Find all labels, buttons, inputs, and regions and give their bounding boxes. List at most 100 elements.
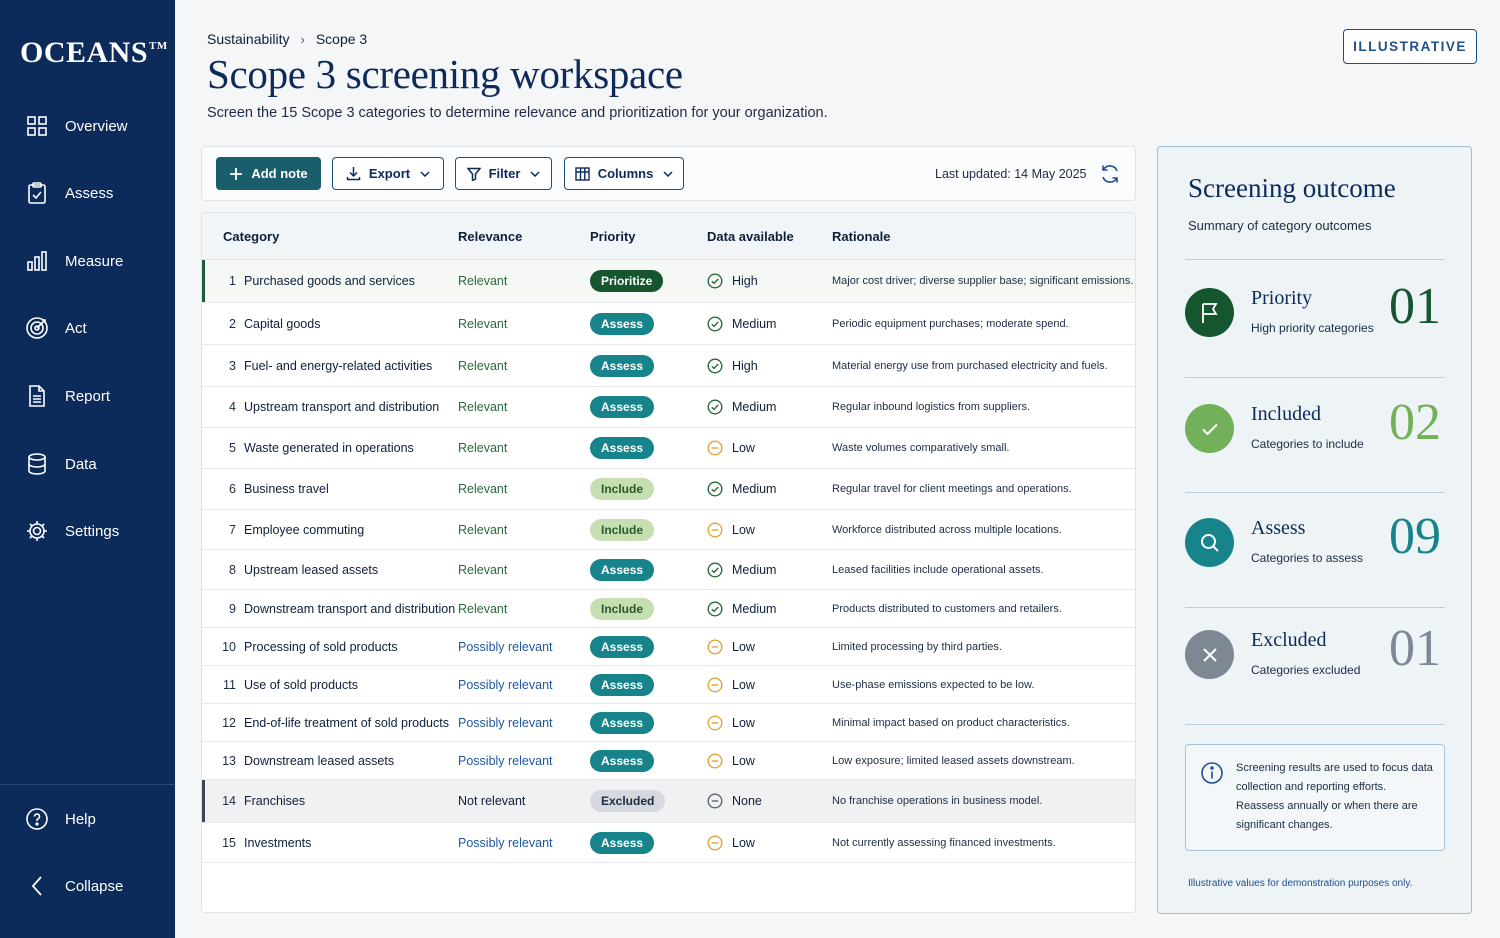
columns-label: Columns	[597, 166, 654, 181]
nav-label: Data	[65, 455, 97, 473]
row-category: Fuel- and energy-related activities	[244, 358, 433, 373]
clipboard-check-icon	[25, 181, 49, 205]
table-row[interactable]: 6 Business travel Relevant Include Medium Reg…	[202, 469, 1135, 510]
row-priority: Assess	[590, 354, 655, 377]
table-row[interactable]: 9 Downstream transport and distribution Re…	[202, 590, 1135, 628]
row-rationale: Minimal impact based on product characte…	[832, 716, 1070, 729]
priority-badge[interactable]: Assess	[590, 396, 655, 418]
nav-item-report[interactable]: Report	[0, 374, 175, 418]
column-header-data-available[interactable]: Data available	[707, 229, 794, 244]
export-button[interactable]: Export	[332, 157, 444, 190]
row-category: Investments	[244, 835, 312, 850]
row-relevance: Possibly relevant	[458, 753, 553, 768]
table-row[interactable]: 12 End-of-life treatment of sold products…	[202, 704, 1135, 742]
outcome-name: Included	[1251, 403, 1321, 425]
table-row[interactable]: 2 Capital goods Relevant Assess Medium Period…	[202, 303, 1135, 345]
priority-badge[interactable]: Assess	[590, 354, 655, 377]
priority-badge[interactable]: Include	[590, 518, 655, 541]
table-row[interactable]: 15 Investments Possibly relevant Assess Low N…	[202, 823, 1135, 863]
table-row[interactable]: 3 Fuel- and energy-related activities Rele…	[202, 345, 1135, 387]
nav-item-data[interactable]: Data	[0, 442, 175, 486]
help-link[interactable]: Help	[0, 797, 175, 841]
check-circle-icon	[707, 273, 732, 289]
minus-circle-icon	[707, 638, 732, 655]
add-note-button[interactable]: Add note	[216, 157, 321, 190]
outcome-included: Included Categories to include 02	[1185, 391, 1445, 471]
table-row[interactable]: 13 Downstream leased assets Possibly relev…	[202, 742, 1135, 780]
column-header-priority[interactable]: Priority	[590, 229, 636, 244]
row-number: 3	[229, 358, 236, 373]
table-row[interactable]: 1 Purchased goods and services Relevant Pri…	[202, 260, 1135, 303]
columns-button[interactable]: Columns	[564, 157, 684, 190]
priority-badge[interactable]: Excluded	[590, 790, 666, 812]
row-data-available: Low	[707, 521, 755, 538]
row-data-available: Low	[707, 440, 755, 456]
priority-badge[interactable]: Prioritize	[590, 270, 664, 292]
row-rationale: No franchise operations in business mode…	[832, 795, 1043, 807]
check-icon	[1185, 404, 1234, 453]
refresh-icon[interactable]	[1099, 163, 1121, 185]
table-row[interactable]: 7 Employee commuting Relevant Include Low Wor…	[202, 510, 1135, 550]
sidebar-divider	[0, 784, 175, 785]
help-icon	[25, 807, 49, 831]
row-priority: Assess	[590, 711, 655, 734]
row-priority: Assess	[590, 437, 655, 459]
collapse-label: Collapse	[65, 877, 124, 895]
table-row[interactable]: 11 Use of sold products Possibly relevant A…	[202, 666, 1135, 704]
table-row[interactable]: 4 Upstream transport and distribution Rele…	[202, 387, 1135, 428]
column-header-rationale[interactable]: Rationale	[832, 229, 891, 244]
priority-badge[interactable]: Include	[590, 597, 655, 620]
collapse-button[interactable]: Collapse	[0, 864, 175, 908]
data-level: None	[732, 794, 762, 808]
row-relevance: Relevant	[458, 400, 508, 414]
nav-item-measure[interactable]: Measure	[0, 239, 175, 283]
row-relevance: Possibly relevant	[458, 715, 553, 730]
row-number: 8	[229, 562, 236, 577]
row-category: Use of sold products	[244, 677, 358, 692]
priority-badge[interactable]: Assess	[590, 749, 655, 772]
column-header-category[interactable]: Category	[223, 229, 279, 244]
outcome-excluded: Excluded Categories excluded 01	[1185, 617, 1445, 697]
chevron-down-icon	[530, 170, 540, 177]
priority-badge[interactable]: Assess	[590, 673, 655, 696]
priority-badge[interactable]: Assess	[590, 437, 655, 459]
row-data-available: High	[707, 273, 758, 289]
outcome-desc: Categories excluded	[1251, 663, 1361, 677]
priority-badge[interactable]: Assess	[590, 635, 655, 658]
row-number: 9	[229, 601, 236, 616]
chevron-down-icon	[663, 170, 673, 177]
breadcrumb-separator-icon: ›	[300, 31, 305, 47]
row-relevance: Possibly relevant	[458, 639, 553, 654]
nav-item-assess[interactable]: Assess	[0, 171, 175, 215]
data-level: High	[732, 274, 758, 288]
table-row[interactable]: 10 Processing of sold products Possibly re…	[202, 628, 1135, 666]
table-row[interactable]: 5 Waste generated in operations Relevant As…	[202, 428, 1135, 469]
row-priority: Include	[590, 478, 655, 500]
priority-badge[interactable]: Assess	[590, 711, 655, 734]
nav-item-settings[interactable]: Settings	[0, 509, 175, 553]
column-header-relevance[interactable]: Relevance	[458, 229, 522, 244]
filter-button[interactable]: Filter	[455, 157, 552, 190]
screening-outcome-panel: Screening outcome Summary of category ou…	[1157, 146, 1472, 914]
database-icon	[25, 452, 49, 476]
nav-item-act[interactable]: Act	[0, 306, 175, 350]
breadcrumb-parent[interactable]: Sustainability	[207, 31, 290, 47]
table-row[interactable]: 14 Franchises Not relevant Excluded None No f…	[202, 780, 1135, 823]
outcome-assess: Assess Categories to assess 09	[1185, 505, 1445, 585]
nav-label: Assess	[65, 184, 114, 202]
row-priority: Include	[590, 597, 655, 620]
priority-badge[interactable]: Assess	[590, 831, 655, 854]
row-data-available: Medium	[707, 481, 776, 497]
priority-badge[interactable]: Assess	[590, 312, 655, 335]
check-circle-icon	[707, 600, 732, 617]
table-row[interactable]: 8 Upstream leased assets Relevant Assess Med…	[202, 550, 1135, 590]
flag-icon	[1185, 288, 1234, 337]
priority-badge[interactable]: Assess	[590, 558, 655, 581]
plus-icon	[229, 167, 243, 181]
nav-label: Report	[65, 387, 111, 405]
row-rationale: Waste volumes comparatively small.	[832, 442, 1010, 454]
nav-item-overview[interactable]: Overview	[0, 104, 175, 148]
data-level: Low	[732, 639, 755, 654]
data-level: Medium	[732, 316, 777, 331]
priority-badge[interactable]: Include	[590, 478, 655, 500]
